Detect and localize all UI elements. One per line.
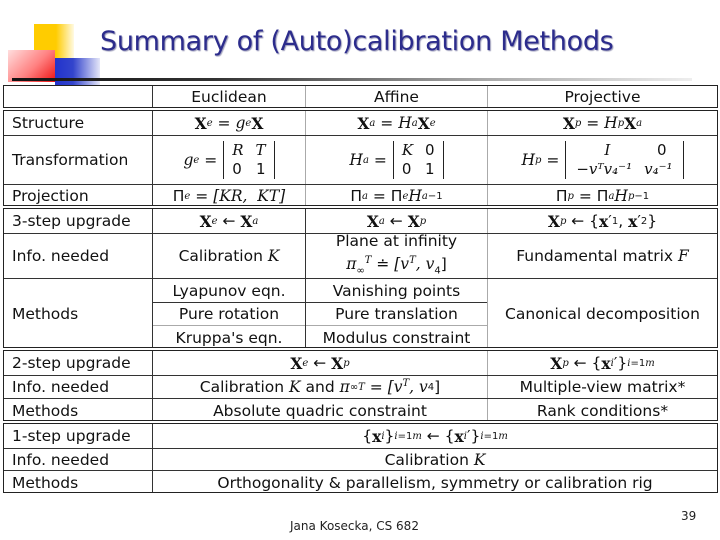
table-row-projection: Projection Πe = [KR, KT] Πa = Πe Ha −1 Πp …: [4, 184, 717, 207]
table-block-3-step: 3-step upgrade Xe ← Xa Xa ← Xp Xp ← {x ′ 1…: [3, 208, 718, 348]
cell-1step-info: Calibration K: [384, 450, 486, 469]
cell-method-affine-1: Vanishing points: [332, 281, 461, 300]
column-header-affine: Affine: [374, 87, 419, 106]
cell-method-euclidean-2: Pure rotation: [153, 302, 305, 325]
cell-1step-methods: Orthogonality & parallelism, symmetry or…: [217, 473, 653, 492]
cell-2step-info-projective: Multiple-view matrix*: [519, 378, 686, 396]
cell-2step-euclid-affine: Xe ← Xp: [290, 353, 350, 373]
cell-3step-projective: Xp ← {x ′ 1, x ′ 2}: [547, 211, 658, 231]
column-header-projective: Projective: [564, 87, 641, 106]
footer-author: Jana Kosecka, CS 682: [290, 519, 419, 533]
table-header: Euclidean Affine Projective: [3, 85, 718, 108]
table-row-2-step-upgrade: 2-step upgrade Xe ← Xp Xp ← {x i ′} i=1 m: [4, 351, 717, 375]
table-block-geometry: Structure Xe = geX Xa = HaXe Xp = HpXa T…: [3, 110, 718, 206]
row-label: Methods: [12, 305, 79, 323]
row-label: 3-step upgrade: [12, 212, 131, 230]
table-row-3-step-upgrade: 3-step upgrade Xe ← Xa Xa ← Xp Xp ← {x ′ 1…: [4, 209, 717, 233]
cell-structure-projective: Xp = HpXa: [562, 113, 643, 133]
cell-projection-euclidean: Πe = [KR, KT]: [172, 187, 286, 205]
cell-info-projective: Fundamental matrix F: [516, 247, 689, 265]
cell-projection-projective: Πp = Πa Hp −1: [555, 187, 650, 205]
cell-info-euclidean: Calibration K: [178, 247, 280, 265]
cell-3step-affine: Xa ← Xp: [366, 211, 427, 231]
row-label: Info. needed: [12, 450, 110, 469]
table-row-structure: Structure Xe = geX Xa = HaXe Xp = HpXa: [4, 111, 717, 135]
cell-structure-euclidean: Xe = geX: [194, 113, 264, 133]
cell-transformation-euclidean: ge = RT 01: [153, 136, 305, 184]
cell-method-affine-3: Modulus constraint: [306, 325, 487, 350]
row-label: Info. needed: [12, 378, 110, 396]
cell-2step-methods-euclid-affine: Absolute quadric constraint: [213, 401, 427, 420]
cell-structure-affine: Xa = HaXe: [357, 113, 436, 133]
cell-method-euclidean-3: Kruppa's eqn.: [153, 325, 305, 350]
cell-transformation-projective: Hp = I0 −vᵀv₄⁻¹ v₄⁻¹: [488, 136, 717, 184]
table-row-1-step-methods: Methods Orthogonality & parallelism, sym…: [4, 470, 717, 494]
title-underline-rule: [12, 78, 692, 81]
slide-title: Summary of (Auto)calibration Methods: [100, 26, 614, 57]
cell-info-affine: Plane at infinity π∞T ≐ [vT, v4]: [335, 231, 458, 277]
row-label: 1-step upgrade: [12, 427, 131, 445]
cell-method-affine-2: Pure translation: [306, 302, 487, 325]
table-row-1-step-info: Info. needed Calibration K: [4, 448, 717, 470]
table-row-1-step-upgrade: 1-step upgrade {x i} i=1 m ← {x i ′} i=1 m: [4, 424, 717, 448]
row-label: Projection: [12, 187, 89, 205]
cell-transformation-affine: Ha = K0 01: [306, 136, 487, 184]
table-row-3-step-methods: Methods Lyapunov eqn. Pure rotation Krup…: [4, 278, 717, 349]
row-label: Transformation: [12, 151, 129, 169]
table-row-2-step-methods: Methods Absolute quadric constraint Rank…: [4, 398, 717, 422]
cell-2step-info-euclid-affine: Calibration K and π ∞ T = [vT, v 4]: [199, 377, 441, 397]
cell-2step-methods-projective: Rank conditions*: [536, 401, 669, 420]
column-header-euclidean: Euclidean: [191, 87, 267, 106]
cell-method-projective: Canonical decomposition: [505, 305, 700, 323]
table-block-2-step: 2-step upgrade Xe ← Xp Xp ← {x i ′} i=1 m In…: [3, 350, 718, 421]
matrix: I0 −vᵀv₄⁻¹ v₄⁻¹: [565, 141, 684, 179]
logo-square-blue: [55, 58, 100, 86]
cell-projection-affine: Πa = Πe Ha −1: [350, 187, 443, 205]
page-number: 39: [681, 509, 697, 523]
row-label: Structure: [12, 114, 85, 132]
row-label: Methods: [12, 473, 79, 492]
matrix: RT 01: [223, 141, 275, 179]
row-label: Info. needed: [12, 247, 110, 265]
cell-3step-euclidean: Xe ← Xa: [199, 211, 259, 231]
matrix: K0 01: [392, 141, 444, 179]
row-label: 2-step upgrade: [12, 354, 131, 372]
table-row-transformation: Transformation ge = RT 01 Ha = K0 01 Hp …: [4, 135, 717, 184]
cell-2step-projective: Xp ← {x i ′} i=1 m: [550, 353, 655, 373]
cell-1step-all: {x i} i=1 m ← {x i ′} i=1 m: [362, 426, 508, 446]
table-row-3-step-info: Info. needed Calibration K Plane at infi…: [4, 231, 717, 278]
row-label: Methods: [12, 401, 79, 420]
cell-method-euclidean-1: Lyapunov eqn.: [172, 281, 286, 300]
table-block-1-step: 1-step upgrade {x i} i=1 m ← {x i ′} i=1 m Info…: [3, 423, 718, 493]
table-row-2-step-info: Info. needed Calibration K and π ∞ T = [vT…: [4, 375, 717, 398]
